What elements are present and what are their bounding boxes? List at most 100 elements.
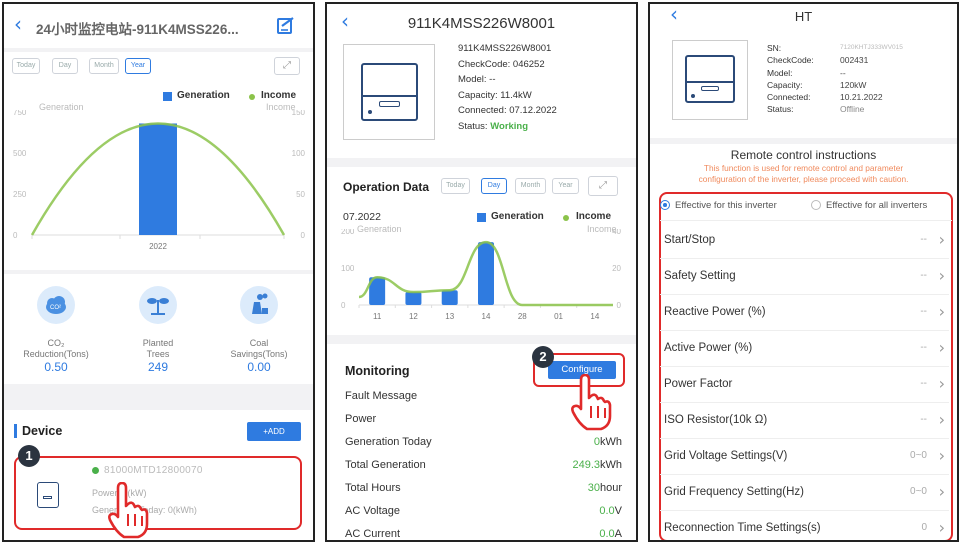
- back-chevron-icon[interactable]: ‹: [14, 12, 22, 36]
- radio-all-inverters[interactable]: [811, 200, 821, 210]
- radio-all-label[interactable]: Effective for all inverters: [826, 200, 927, 211]
- y-tick-right: 50: [296, 190, 305, 199]
- tab-today[interactable]: Today: [441, 178, 470, 194]
- y-tick-right: 100: [292, 149, 306, 158]
- row-label: Total Hours: [345, 482, 401, 494]
- info-label-status: Status:: [767, 104, 794, 115]
- setting-value: --: [920, 342, 927, 353]
- tab-year[interactable]: Year: [125, 58, 151, 74]
- radio-this-label[interactable]: Effective for this inverter: [675, 200, 777, 211]
- setting-iso-resistor[interactable]: ISO Resistor(10k Ω) -- ›: [660, 403, 949, 439]
- row-total-hours: Total Hours 30hour: [345, 482, 622, 505]
- generation-bar: [478, 242, 494, 305]
- setting-value: --: [920, 378, 927, 389]
- info-label-model: Model:: [767, 67, 793, 78]
- legend-income: Income: [576, 211, 612, 222]
- setting-label: Reconnection Time Settings(s): [664, 522, 821, 534]
- inverter-icon: [361, 63, 418, 121]
- x-tick-label: 11: [373, 312, 382, 321]
- info-model: Model: --: [458, 74, 496, 85]
- info-connected: Connected: 07.12.2022: [458, 105, 557, 116]
- inverter-divider: [687, 81, 733, 83]
- row-value: 0.0V: [599, 505, 622, 517]
- row-value: 0kWh: [594, 436, 622, 448]
- tab-day[interactable]: Day: [52, 58, 78, 74]
- legend-generation: Generation: [491, 211, 544, 222]
- legend-income-dot: [249, 94, 255, 100]
- info-value-sn: 7120KHTJ333WV015: [840, 44, 903, 51]
- tap-hand-icon: [108, 482, 149, 539]
- caution-line-1: This function is used for remote control…: [703, 163, 904, 173]
- tab-month[interactable]: Month: [89, 58, 119, 74]
- chevron-right-icon: ›: [938, 482, 945, 501]
- y-tick-left: 100: [341, 264, 355, 273]
- setting-grid-voltage[interactable]: Grid Voltage Settings(V) 0~0 ›: [660, 439, 949, 475]
- setting-label: Start/Stop: [664, 234, 716, 246]
- setting-safety[interactable]: Safety Setting -- ›: [660, 259, 949, 295]
- setting-reconnection-time[interactable]: Reconnection Time Settings(s) 0 ›: [660, 511, 949, 540]
- setting-power-factor[interactable]: Power Factor -- ›: [660, 367, 949, 403]
- tab-day[interactable]: Day: [481, 178, 507, 194]
- tab-today[interactable]: Today: [12, 58, 40, 74]
- stat-trees-label1: Planted: [142, 338, 174, 348]
- stat-co2-label1: CO₂: [47, 338, 65, 348]
- stat-coal: Coal Savings(Tons) 0.00: [209, 338, 309, 373]
- operation-data-card: Operation Data Today Day Month Year ⤢ 07…: [327, 167, 636, 335]
- setting-reactive-power[interactable]: Reactive Power (%) -- ›: [660, 295, 949, 331]
- radio-selected-dot: [663, 203, 667, 207]
- inverter-icon: [685, 55, 735, 103]
- tap-hand-icon: [571, 374, 612, 431]
- info-status-label: Status:: [458, 120, 491, 132]
- y-tick-right: 150: [292, 110, 306, 117]
- inverter-divider: [363, 95, 416, 97]
- legend-income: Income: [261, 90, 297, 101]
- row-label: Fault Message: [345, 390, 418, 402]
- edit-icon[interactable]: [276, 16, 296, 36]
- setting-active-power[interactable]: Active Power (%) -- ›: [660, 331, 949, 367]
- row-generation-today: Generation Today 0kWh: [345, 436, 622, 459]
- inverter-image-frame: [343, 44, 435, 140]
- legend-income-dot: [563, 215, 569, 221]
- info-label-connected: Connected:: [767, 92, 811, 103]
- tab-year[interactable]: Year: [552, 178, 579, 194]
- setting-grid-frequency[interactable]: Grid Frequency Setting(Hz) 0~0 ›: [660, 475, 949, 511]
- setting-start-stop[interactable]: Start/Stop -- ›: [660, 223, 949, 259]
- page-title: 911K4MSS226W8001: [407, 15, 556, 32]
- phone-inverter-detail: ‹ 911K4MSS226W8001 911K4MSS226W8001 Chec…: [325, 2, 638, 542]
- device-header: Device: [22, 424, 63, 438]
- radio-this-inverter[interactable]: [660, 200, 670, 210]
- chevron-right-icon: ›: [938, 266, 945, 285]
- stat-coal-value: 0.00: [247, 360, 271, 374]
- stat-trees: Planted Trees 249: [108, 338, 208, 373]
- info-value-model: --: [840, 67, 846, 78]
- tree-icon: [139, 286, 177, 324]
- chevron-right-icon: ›: [938, 374, 945, 393]
- row-value-unit: hour: [599, 482, 622, 494]
- info-value-status: Offline: [840, 104, 865, 115]
- row-label: AC Current: [345, 528, 401, 540]
- device-row-highlight[interactable]: [14, 456, 302, 530]
- expand-icon[interactable]: ⤢: [274, 57, 300, 75]
- row-label: Generation Today: [345, 436, 432, 448]
- y-tick-right: 40: [612, 229, 621, 236]
- y-tick-left: 500: [13, 149, 27, 158]
- expand-icon[interactable]: ⤢: [588, 176, 618, 196]
- tab-month[interactable]: Month: [515, 178, 546, 194]
- y-tick-right: 0: [617, 301, 622, 310]
- setting-label: Reactive Power (%): [664, 306, 766, 318]
- device-header-bar: [14, 424, 17, 438]
- y-tick-right: 0: [301, 231, 306, 240]
- setting-value: 0: [921, 522, 927, 533]
- phone-remote-control: ‹ HT SN: CheckCode: Model: Capacity: Con…: [648, 2, 959, 542]
- inverter-led: [691, 94, 695, 98]
- row-value-unit: kWh: [600, 436, 622, 448]
- add-device-button[interactable]: +ADD: [247, 422, 301, 441]
- y-tick-left: 0: [341, 301, 346, 310]
- y-tick-right: 20: [612, 264, 621, 273]
- chevron-right-icon: ›: [938, 302, 945, 321]
- header-bar: ‹ 24小时监控电站-911K4MSS226...: [4, 4, 313, 48]
- inverter-display: [701, 86, 719, 91]
- inverter-led: [368, 110, 372, 114]
- info-value-capacity: 120kW: [840, 79, 867, 90]
- monitoring-title: Monitoring: [345, 364, 410, 378]
